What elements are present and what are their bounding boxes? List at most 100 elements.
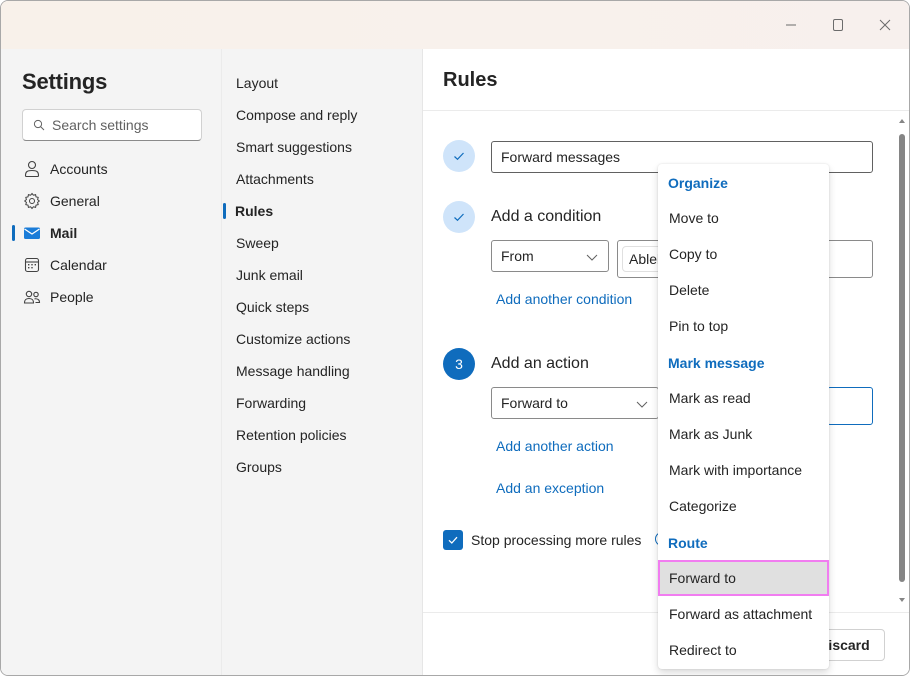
nav-item-people[interactable]: People (1, 281, 221, 313)
action-select-value: Forward to (501, 395, 568, 411)
gear-icon (23, 192, 41, 210)
menu-item-mark-as-junk[interactable]: Mark as Junk (658, 416, 829, 452)
nav-item-accounts[interactable]: Accounts (1, 153, 221, 185)
menu-item-label: Redirect to (669, 642, 737, 658)
nav-item-mail[interactable]: Mail (1, 217, 221, 249)
calendar-icon (24, 257, 40, 273)
subnav-item-label: Groups (236, 459, 282, 475)
subnav-item-label: Message handling (236, 363, 350, 379)
menu-item-move-to[interactable]: Move to (658, 200, 829, 236)
scroll-down-arrow-icon[interactable] (899, 597, 905, 603)
stop-processing-label: Stop processing more rules (471, 532, 642, 548)
stop-processing-checkbox[interactable] (443, 530, 463, 550)
menu-item-pin-to-top[interactable]: Pin to top (658, 308, 829, 344)
menu-item-label: Mark as Junk (669, 426, 753, 442)
mail-settings-nav: Layout Compose and reply Smart suggestio… (221, 49, 422, 675)
subnav-item-label: Rules (235, 203, 274, 219)
maximize-button[interactable] (826, 13, 850, 37)
subnav-item-label: Quick steps (236, 299, 310, 315)
menu-item-label: Move to (669, 210, 719, 226)
menu-item-label: Copy to (669, 246, 718, 262)
menu-item-mark-with-importance[interactable]: Mark with importance (658, 452, 829, 488)
menu-item-redirect-to[interactable]: Redirect to (658, 632, 829, 668)
menu-item-label: Categorize (669, 498, 737, 514)
scroll-up-arrow-icon[interactable] (899, 118, 905, 124)
close-icon (879, 19, 891, 31)
subnav-item-message-handling[interactable]: Message handling (222, 355, 422, 387)
search-settings-input[interactable] (52, 117, 192, 133)
add-another-action-link[interactable]: Add another action (496, 438, 614, 454)
menu-item-label: Mark as read (669, 390, 751, 406)
checkmark-icon (448, 536, 458, 544)
nav-item-label: General (50, 193, 100, 209)
subnav-item-quick-steps[interactable]: Quick steps (222, 291, 422, 323)
menu-group-header-organize: Organize (668, 175, 728, 191)
add-condition-label: Add a condition (491, 208, 602, 225)
nav-item-label: Calendar (50, 257, 107, 273)
menu-item-forward-as-attachment[interactable]: Forward as attachment (658, 596, 829, 632)
nav-item-label: Accounts (50, 161, 108, 177)
step2-complete-indicator (443, 201, 475, 233)
subnav-item-label: Junk email (236, 267, 303, 283)
menu-item-label: Delete (669, 282, 710, 298)
subnav-item-label: Compose and reply (236, 107, 358, 123)
chevron-down-icon (586, 254, 598, 261)
subnav-item-rules[interactable]: Rules (222, 195, 422, 227)
settings-title: Settings (22, 69, 108, 94)
nav-item-general[interactable]: General (1, 185, 221, 217)
subnav-item-label: Retention policies (236, 427, 347, 443)
step1-complete-indicator (443, 140, 475, 172)
condition-select-value: From (501, 248, 534, 264)
subnav-item-sweep[interactable]: Sweep (222, 227, 422, 259)
subnav-item-junk-email[interactable]: Junk email (222, 259, 422, 291)
menu-item-label: Mark with importance (669, 462, 803, 478)
subnav-item-layout[interactable]: Layout (222, 67, 422, 99)
subnav-item-compose-and-reply[interactable]: Compose and reply (222, 99, 422, 131)
add-exception-link[interactable]: Add an exception (496, 480, 604, 496)
minimize-button[interactable] (779, 13, 803, 37)
settings-window: Settings Accounts General Mail Calendar … (0, 0, 910, 676)
subnav-item-attachments[interactable]: Attachments (222, 163, 422, 195)
nav-item-calendar[interactable]: Calendar (1, 249, 221, 281)
menu-item-categorize[interactable]: Categorize (658, 488, 829, 524)
close-button[interactable] (873, 13, 897, 37)
condition-select[interactable]: From (491, 240, 609, 272)
checkmark-icon (454, 152, 464, 161)
minimize-icon (786, 24, 796, 26)
people-icon (23, 290, 41, 304)
add-another-condition-link[interactable]: Add another condition (496, 291, 632, 307)
subnav-item-groups[interactable]: Groups (222, 451, 422, 483)
checkmark-icon (454, 213, 464, 222)
step3-number: 3 (443, 348, 475, 380)
menu-group-header-route: Route (668, 535, 708, 551)
mail-icon (24, 227, 40, 239)
header-divider (423, 110, 909, 111)
menu-item-mark-as-read[interactable]: Mark as read (658, 380, 829, 416)
menu-item-label: Forward to (669, 570, 736, 586)
subnav-item-retention-policies[interactable]: Retention policies (222, 419, 422, 451)
menu-item-copy-to[interactable]: Copy to (658, 236, 829, 272)
subnav-item-label: Customize actions (236, 331, 351, 347)
menu-group-header-mark-message: Mark message (668, 355, 765, 371)
scrollbar-thumb[interactable] (899, 134, 905, 582)
subnav-item-label: Forwarding (236, 395, 307, 411)
page-title: Rules (443, 69, 498, 91)
subnav-item-forwarding[interactable]: Forwarding (222, 387, 422, 419)
action-value-input[interactable] (827, 387, 873, 425)
menu-item-label: Forward as attachment (669, 606, 813, 622)
subnav-item-customize-actions[interactable]: Customize actions (222, 323, 422, 355)
subnav-item-label: Smart suggestions (236, 139, 352, 155)
subnav-item-label: Layout (236, 75, 279, 91)
action-select[interactable]: Forward to (491, 387, 659, 419)
nav-item-label: Mail (50, 225, 78, 241)
chevron-down-icon (636, 401, 648, 408)
menu-item-forward-to[interactable]: Forward to (658, 560, 829, 596)
title-bar (1, 1, 909, 49)
maximize-icon (833, 19, 843, 31)
menu-item-delete[interactable]: Delete (658, 272, 829, 308)
subnav-item-smart-suggestions[interactable]: Smart suggestions (222, 131, 422, 163)
subnav-item-label: Attachments (236, 171, 314, 187)
search-icon (33, 119, 45, 131)
search-settings-box[interactable] (22, 109, 202, 141)
subnav-item-label: Sweep (236, 235, 279, 251)
